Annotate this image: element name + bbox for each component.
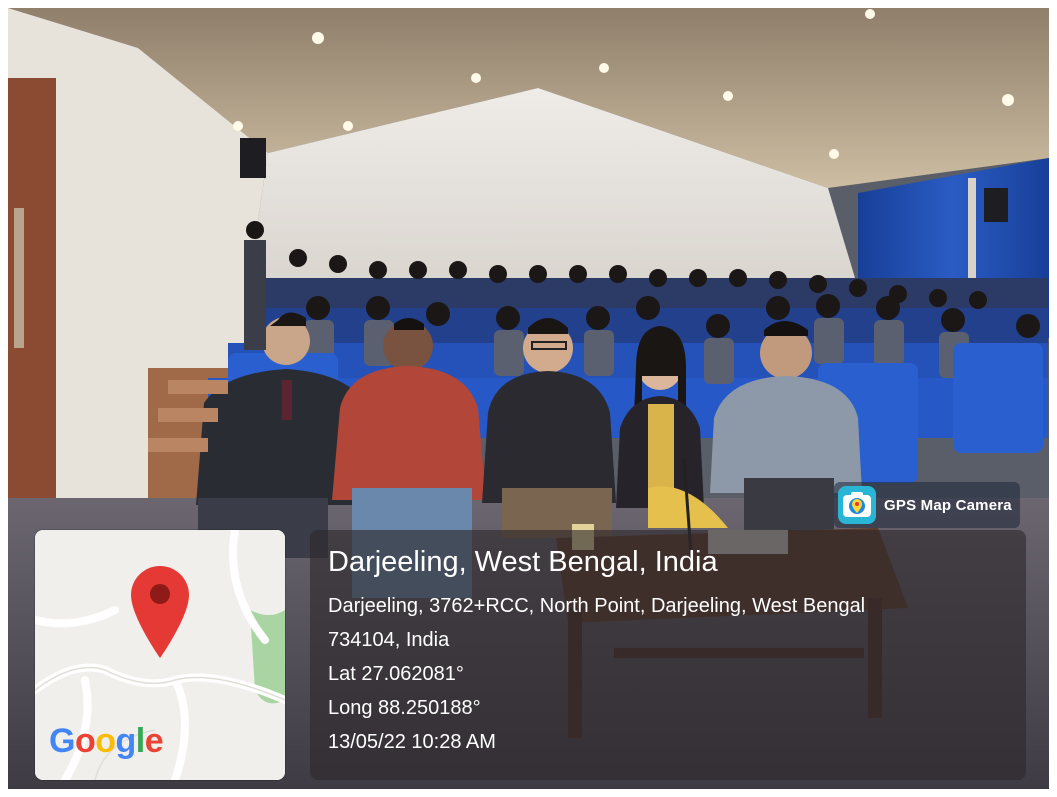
location-title: Darjeeling, West Bengal, India	[328, 546, 718, 578]
google-logo: Google	[49, 722, 164, 760]
address-line-1: Darjeeling, 3762+RCC, North Point, Darje…	[328, 595, 866, 617]
gps-map-camera-app-icon	[838, 486, 876, 524]
map-thumbnail[interactable]: Google	[35, 530, 285, 780]
datetime-text: 13/05/22 10:28 AM	[328, 731, 496, 753]
gps-map-camera-label: GPS Map Camera	[884, 496, 1012, 514]
address-line-2: 734104, India	[328, 629, 450, 651]
location-info-panel: Darjeeling, West Bengal, India Darjeelin…	[310, 530, 1026, 780]
location-pin-icon	[131, 566, 189, 658]
photo-frame: GPS Map Camera Google Darjeeling, West B…	[8, 8, 1049, 789]
latitude-text: Lat 27.062081°	[328, 663, 464, 685]
gps-map-camera-badge: GPS Map Camera	[834, 482, 1020, 528]
longitude-text: Long 88.250188°	[328, 697, 481, 719]
